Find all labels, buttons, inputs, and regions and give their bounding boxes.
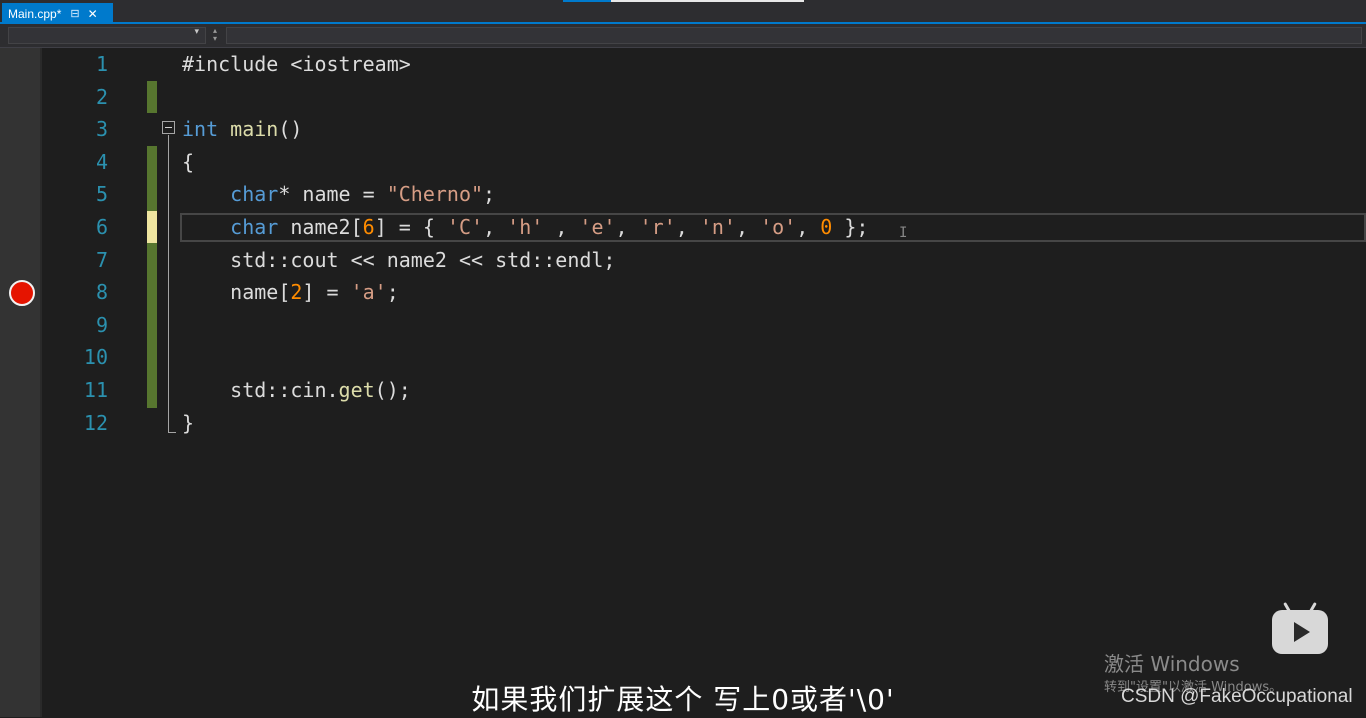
csdn-watermark: CSDN @FakeOccupational (1121, 686, 1353, 707)
windows-activation-title: 激活 Windows (1104, 652, 1240, 676)
top-accent-blue (563, 0, 611, 2)
code-token: std::cout << name2 << std::endl; (182, 247, 616, 272)
code-token: , (615, 215, 640, 239)
code-line[interactable]: 9 (42, 309, 1366, 341)
code-token: 'C' (446, 215, 484, 239)
code-text[interactable]: int main() (182, 113, 302, 145)
code-token: 'h' (507, 215, 544, 239)
code-text[interactable]: std::cout << name2 << std::endl; (182, 244, 615, 276)
code-line[interactable]: 5 char* name = "Cherno"; (42, 178, 1366, 210)
code-token: , (675, 215, 700, 239)
line-number: 7 (95, 247, 108, 272)
code-token: "Cherno" (386, 182, 484, 207)
code-line[interactable]: 12} (42, 407, 1366, 439)
line-number: 12 (83, 410, 108, 435)
code-token: 'r' (639, 215, 676, 239)
close-icon[interactable]: ✕ (88, 7, 98, 21)
code-token: 'o' (760, 215, 797, 239)
code-token: char (230, 182, 279, 207)
line-number: 10 (83, 345, 108, 370)
code-line[interactable]: 7 std::cout << name2 << std::endl; (42, 244, 1366, 276)
line-number: 9 (95, 312, 108, 337)
play-icon (1294, 622, 1310, 642)
code-token: get (338, 378, 375, 402)
code-text[interactable]: char* name = "Cherno"; (182, 178, 495, 210)
line-number: 4 (95, 149, 108, 174)
code-token: name2[ (278, 215, 363, 239)
code-line[interactable]: 8 name[2] = 'a'; (42, 276, 1366, 308)
bilibili-logo-icon (1272, 610, 1328, 654)
line-number: 8 (95, 280, 108, 305)
project-dropdown[interactable]: ▾ (8, 27, 206, 44)
tab-main-cpp[interactable]: Main.cpp* ⊟ ✕ (2, 3, 113, 24)
code-token: 2 (290, 280, 303, 305)
code-line[interactable]: 1 #include <iostream> (42, 48, 1366, 80)
code-token: name[ (182, 280, 291, 305)
line-number: 5 (95, 182, 108, 207)
navigation-bar: ▾ ▴ ▾ (0, 24, 1366, 48)
top-accent-white (611, 0, 804, 2)
code-line[interactable]: 6 char name2[6] = { 'C', 'h' , 'e', 'r',… (42, 211, 1366, 243)
code-text[interactable]: std::cin.get(); (182, 374, 411, 406)
line-number: 3 (95, 117, 108, 142)
title-bar: Main.cpp* ⊟ ✕ (0, 0, 1366, 24)
code-token: int (182, 117, 219, 142)
code-token: ] = { (374, 215, 447, 239)
code-token: 'e' (579, 215, 616, 239)
code-token: { (182, 149, 195, 174)
code-line[interactable]: 10 (42, 341, 1366, 373)
split-toggle-icon[interactable]: ▴ ▾ (208, 27, 222, 44)
code-text[interactable]: { (182, 146, 194, 178)
code-token: ] = (302, 280, 351, 305)
code-token: ; (483, 182, 496, 207)
code-token: , (796, 215, 821, 239)
code-line[interactable]: 2 (42, 81, 1366, 113)
code-text[interactable]: char name2[6] = { 'C', 'h' , 'e', 'r', '… (182, 211, 868, 243)
code-token: } (182, 410, 195, 435)
code-line[interactable]: 11 std::cin.get(); (42, 374, 1366, 406)
line-number: 11 (83, 378, 108, 402)
code-token: , (735, 215, 761, 239)
code-editor[interactable]: I 1 #include <iostream> 2 3 int main() 4{5 ch… (42, 48, 1366, 717)
code-token: char (230, 215, 279, 239)
line-number: 2 (95, 84, 108, 109)
code-token: () (278, 117, 303, 142)
code-token: , (543, 215, 580, 239)
code-token: main (230, 117, 279, 142)
code-token: 0 (820, 215, 833, 239)
code-token: 6 (362, 215, 375, 239)
code-token: std::cin. (182, 378, 339, 402)
line-number: 6 (95, 215, 108, 239)
line-number: 1 (95, 52, 108, 76)
code-token: , (483, 215, 508, 239)
breakpoint-icon[interactable] (9, 280, 35, 306)
code-token: * name = (278, 182, 387, 207)
tab-title: Main.cpp* (8, 6, 62, 21)
breakpoint-gutter[interactable] (0, 48, 40, 717)
code-token: (); (374, 378, 411, 402)
pin-icon[interactable]: ⊟ (70, 7, 79, 20)
member-dropdown[interactable] (226, 27, 1362, 44)
code-token: ; (386, 280, 399, 305)
code-text[interactable]: #include <iostream> (182, 48, 411, 80)
code-line[interactable]: 3 int main() (42, 113, 1366, 145)
code-text[interactable]: } (182, 407, 194, 439)
code-token: }; (832, 215, 869, 239)
code-text[interactable]: name[2] = 'a'; (182, 276, 399, 308)
code-line[interactable]: 4{ (42, 146, 1366, 178)
code-token: #include <iostream> (182, 52, 411, 76)
code-token: 'n' (699, 215, 736, 239)
code-token: 'a' (350, 280, 387, 305)
chevron-down-icon: ▾ (194, 27, 199, 37)
